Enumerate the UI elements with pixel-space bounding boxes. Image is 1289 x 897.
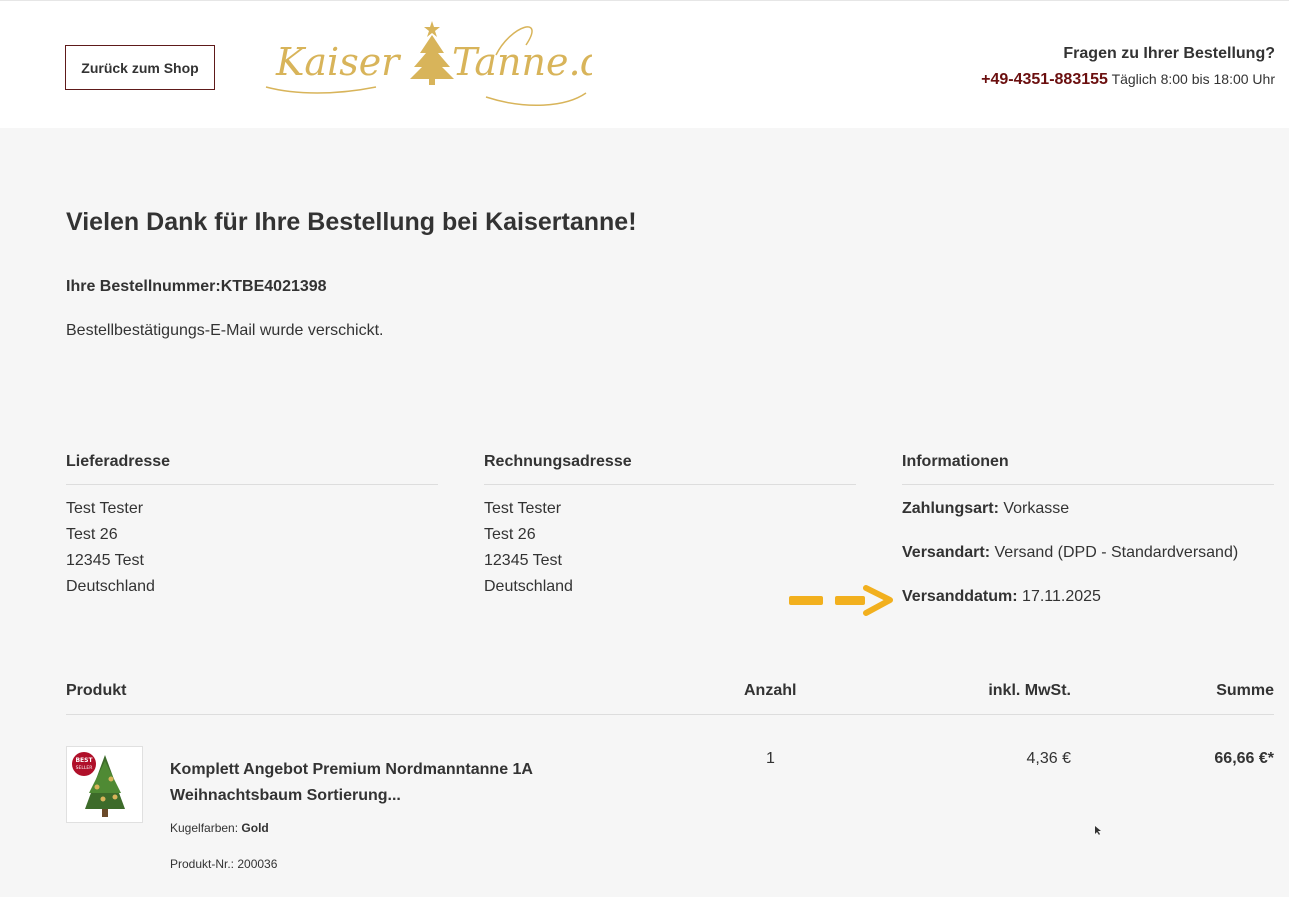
page-title: Vielen Dank für Ihre Bestellung bei Kais… <box>66 208 637 236</box>
product-name-link[interactable]: Komplett Angebot Premium Nordmanntanne 1… <box>170 757 590 809</box>
kaisertanne-logo[interactable]: Kaiser Tanne.de <box>256 15 592 115</box>
mail-sent-notice: Bestellbestätigungs-E-Mail wurde verschi… <box>66 322 384 339</box>
info-heading: Informationen <box>902 453 1274 485</box>
mouse-cursor-icon <box>1095 826 1101 835</box>
order-table-header: Produkt Anzahl inkl. MwSt. Summe <box>66 682 1274 715</box>
payment-method: Zahlungsart: Vorkasse <box>902 496 1274 522</box>
svg-text:Tanne.de: Tanne.de <box>452 40 592 84</box>
address-line: 12345 Test <box>66 552 144 569</box>
option-label: Kugelfarben: <box>170 821 239 835</box>
date-label: Versanddatum: <box>902 588 1018 605</box>
shipping-label: Versandart: <box>902 544 991 561</box>
phone-link[interactable]: +49-4351-883155 <box>981 71 1108 88</box>
shipping-date: Versanddatum: 17.11.2025 <box>902 584 1274 610</box>
help-title: Fragen zu Ihrer Bestellung? <box>1063 45 1275 62</box>
address-line: Test Tester <box>484 500 562 517</box>
help-line: +49-4351-883155 Täglich 8:00 bis 18:00 U… <box>981 71 1275 89</box>
product-thumbnail[interactable]: BEST SELLER <box>66 746 143 823</box>
bestseller-badge-line1: BEST <box>75 757 93 764</box>
order-number: Ihre Bestellnummer:KTBE4021398 <box>66 278 327 295</box>
arrow-right-icon <box>789 585 893 616</box>
shipping-method: Versandart: Versand (DPD - Standardversa… <box>902 540 1274 566</box>
product-number: Produkt-Nr.: 200036 <box>170 857 278 871</box>
opening-hours: Täglich 8:00 bis 18:00 Uhr <box>1111 71 1275 87</box>
order-information: Informationen Zahlungsart: Vorkasse Vers… <box>902 453 1274 628</box>
address-line: Test 26 <box>66 526 118 543</box>
product-option: Kugelfarben: Gold <box>170 821 269 835</box>
address-line: 12345 Test <box>484 552 562 569</box>
date-value: 17.11.2025 <box>1022 588 1101 605</box>
delivery-heading: Lieferadresse <box>66 453 438 485</box>
back-to-shop-button[interactable]: Zurück zum Shop <box>65 45 215 90</box>
address-line: Deutschland <box>66 578 155 595</box>
payment-label: Zahlungsart: <box>902 500 999 517</box>
address-line: Test Tester <box>66 500 144 517</box>
shipping-value: Versand (DPD - Standardversand) <box>994 544 1239 561</box>
header-quantity: Anzahl <box>744 682 797 699</box>
header-vat: inkl. MwSt. <box>988 682 1071 699</box>
christmas-tree-icon: BEST SELLER <box>72 752 125 817</box>
address-line: Test 26 <box>484 526 536 543</box>
bestseller-badge-line2: SELLER <box>76 765 93 771</box>
row-quantity: 1 <box>766 750 775 767</box>
row-sum: 66,66 €* <box>1214 750 1274 767</box>
header-sum: Summe <box>1216 682 1274 699</box>
svg-text:Kaiser: Kaiser <box>275 40 402 84</box>
header-product: Produkt <box>66 682 127 699</box>
delivery-address: Lieferadresse Test Tester Test 26 12345 … <box>66 453 438 600</box>
payment-value: Vorkasse <box>1003 500 1070 517</box>
row-vat: 4,36 € <box>1026 750 1071 767</box>
help-contact: Fragen zu Ihrer Bestellung? +49-4351-883… <box>981 45 1275 89</box>
page-header: Zurück zum Shop Kaiser Tanne.de Fragen z… <box>0 0 1289 128</box>
billing-heading: Rechnungsadresse <box>484 453 856 485</box>
option-value: Gold <box>241 821 269 835</box>
billing-address: Rechnungsadresse Test Tester Test 26 123… <box>484 453 856 600</box>
